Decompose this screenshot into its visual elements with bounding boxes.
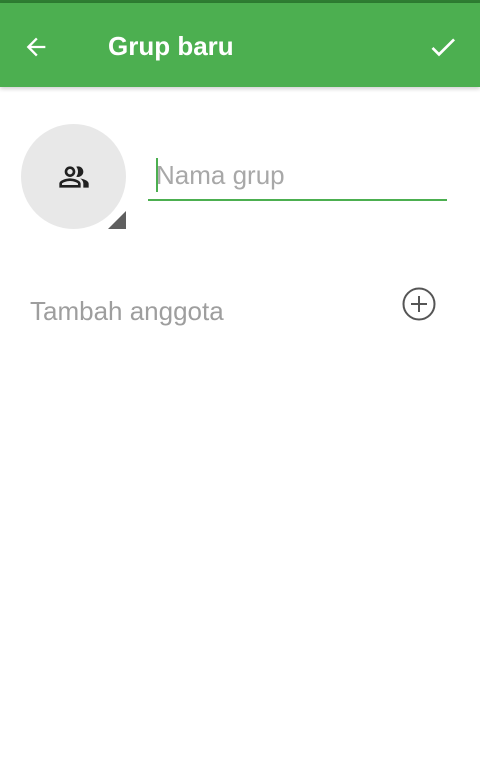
- page-title: Grup baru: [108, 31, 234, 61]
- back-button[interactable]: [14, 25, 58, 69]
- photo-picker-corner-indicator: [108, 211, 126, 229]
- confirm-button[interactable]: [420, 25, 466, 69]
- group-icon: [58, 165, 89, 188]
- app-toolbar: Grup baru: [0, 3, 480, 87]
- text-cursor: [156, 158, 158, 192]
- check-icon: [431, 38, 455, 57]
- group-photo-picker[interactable]: [21, 124, 126, 229]
- new-group-screen: Grup baru Tambah anggota: [0, 0, 480, 765]
- arrow-back-icon: [26, 37, 46, 57]
- add-member-label: Tambah anggota: [30, 296, 224, 326]
- group-name-input[interactable]: [148, 155, 447, 201]
- add-member-row[interactable]: Tambah anggota: [0, 272, 480, 344]
- add-circle-icon[interactable]: [401, 286, 437, 322]
